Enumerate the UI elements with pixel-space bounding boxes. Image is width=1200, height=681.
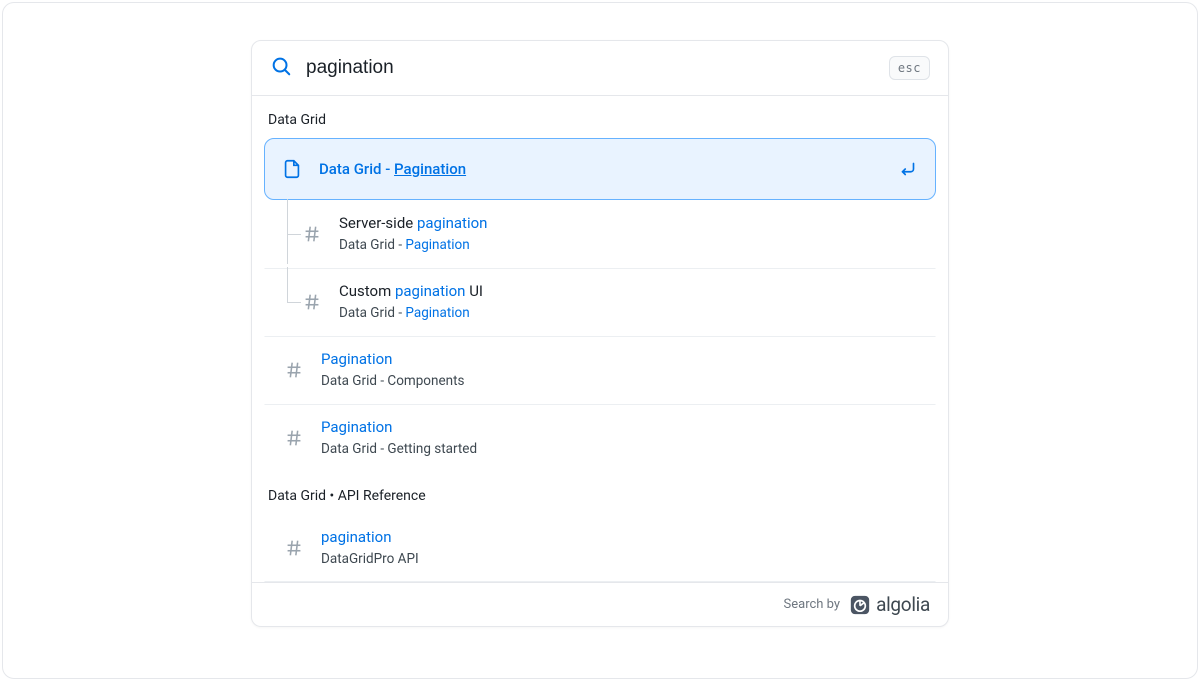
hit-title: Data Grid - Pagination xyxy=(319,159,881,180)
hash-icon xyxy=(283,359,305,381)
hash-icon xyxy=(301,223,323,245)
search-dialog: esc Data GridData Grid - PaginationServe… xyxy=(251,40,949,627)
search-hit[interactable]: Pagination Data Grid - Components xyxy=(264,336,936,404)
search-header: esc xyxy=(252,41,948,96)
hash-icon xyxy=(283,537,305,559)
footer-searchby-label: Search by xyxy=(784,597,841,612)
search-hit[interactable]: Pagination Data Grid - Getting started xyxy=(264,404,936,472)
page-icon xyxy=(281,158,303,180)
tree-connector xyxy=(281,213,323,255)
hit-text: Custom pagination UI Data Grid - Paginati… xyxy=(339,281,919,323)
hit-text: Server-side pagination Data Grid - Pagina… xyxy=(339,213,919,255)
search-hit[interactable]: Data Grid - Pagination xyxy=(264,138,936,200)
tree-connector xyxy=(281,281,323,323)
hit-text: Pagination Data Grid - Components xyxy=(321,349,919,391)
hit-subtitle: DataGridPro API xyxy=(321,550,919,569)
search-icon xyxy=(270,55,292,81)
search-footer: Search by algolia xyxy=(252,582,948,626)
results-body: Data GridData Grid - PaginationServer-si… xyxy=(252,96,948,582)
hash-icon xyxy=(301,291,323,313)
hit-text: pagination DataGridPro API xyxy=(321,527,919,569)
hit-text: Data Grid - Pagination xyxy=(319,159,881,180)
hit-title: Server-side pagination xyxy=(339,213,919,234)
section-label: Data Grid • API Reference xyxy=(264,472,936,514)
enter-icon xyxy=(897,158,919,180)
hit-text: Pagination Data Grid - Getting started xyxy=(321,417,919,459)
esc-button[interactable]: esc xyxy=(889,56,930,80)
hit-subtitle: Data Grid - Components xyxy=(321,372,919,391)
algolia-text: algolia xyxy=(876,593,930,616)
hit-subtitle: Data Grid - Getting started xyxy=(321,440,919,459)
hash-icon xyxy=(283,427,305,449)
section-label: Data Grid xyxy=(264,96,936,138)
hit-subtitle: Data Grid - Pagination xyxy=(339,304,919,323)
search-input[interactable] xyxy=(306,57,875,79)
hit-title: Pagination xyxy=(321,349,919,370)
hit-title: pagination xyxy=(321,527,919,548)
hit-title: Custom pagination UI xyxy=(339,281,919,302)
results-scroll[interactable]: Data GridData Grid - PaginationServer-si… xyxy=(252,96,948,582)
search-hit[interactable]: Server-side pagination Data Grid - Pagina… xyxy=(264,200,936,268)
hit-title: Pagination xyxy=(321,417,919,438)
hit-subtitle: Data Grid - Pagination xyxy=(339,236,919,255)
search-hit[interactable]: pagination DataGridPro API xyxy=(264,514,936,582)
algolia-logo: algolia xyxy=(850,593,930,616)
search-hit[interactable]: Custom pagination UI Data Grid - Paginati… xyxy=(264,268,936,336)
search-hit[interactable]: Pagination xyxy=(264,581,936,582)
